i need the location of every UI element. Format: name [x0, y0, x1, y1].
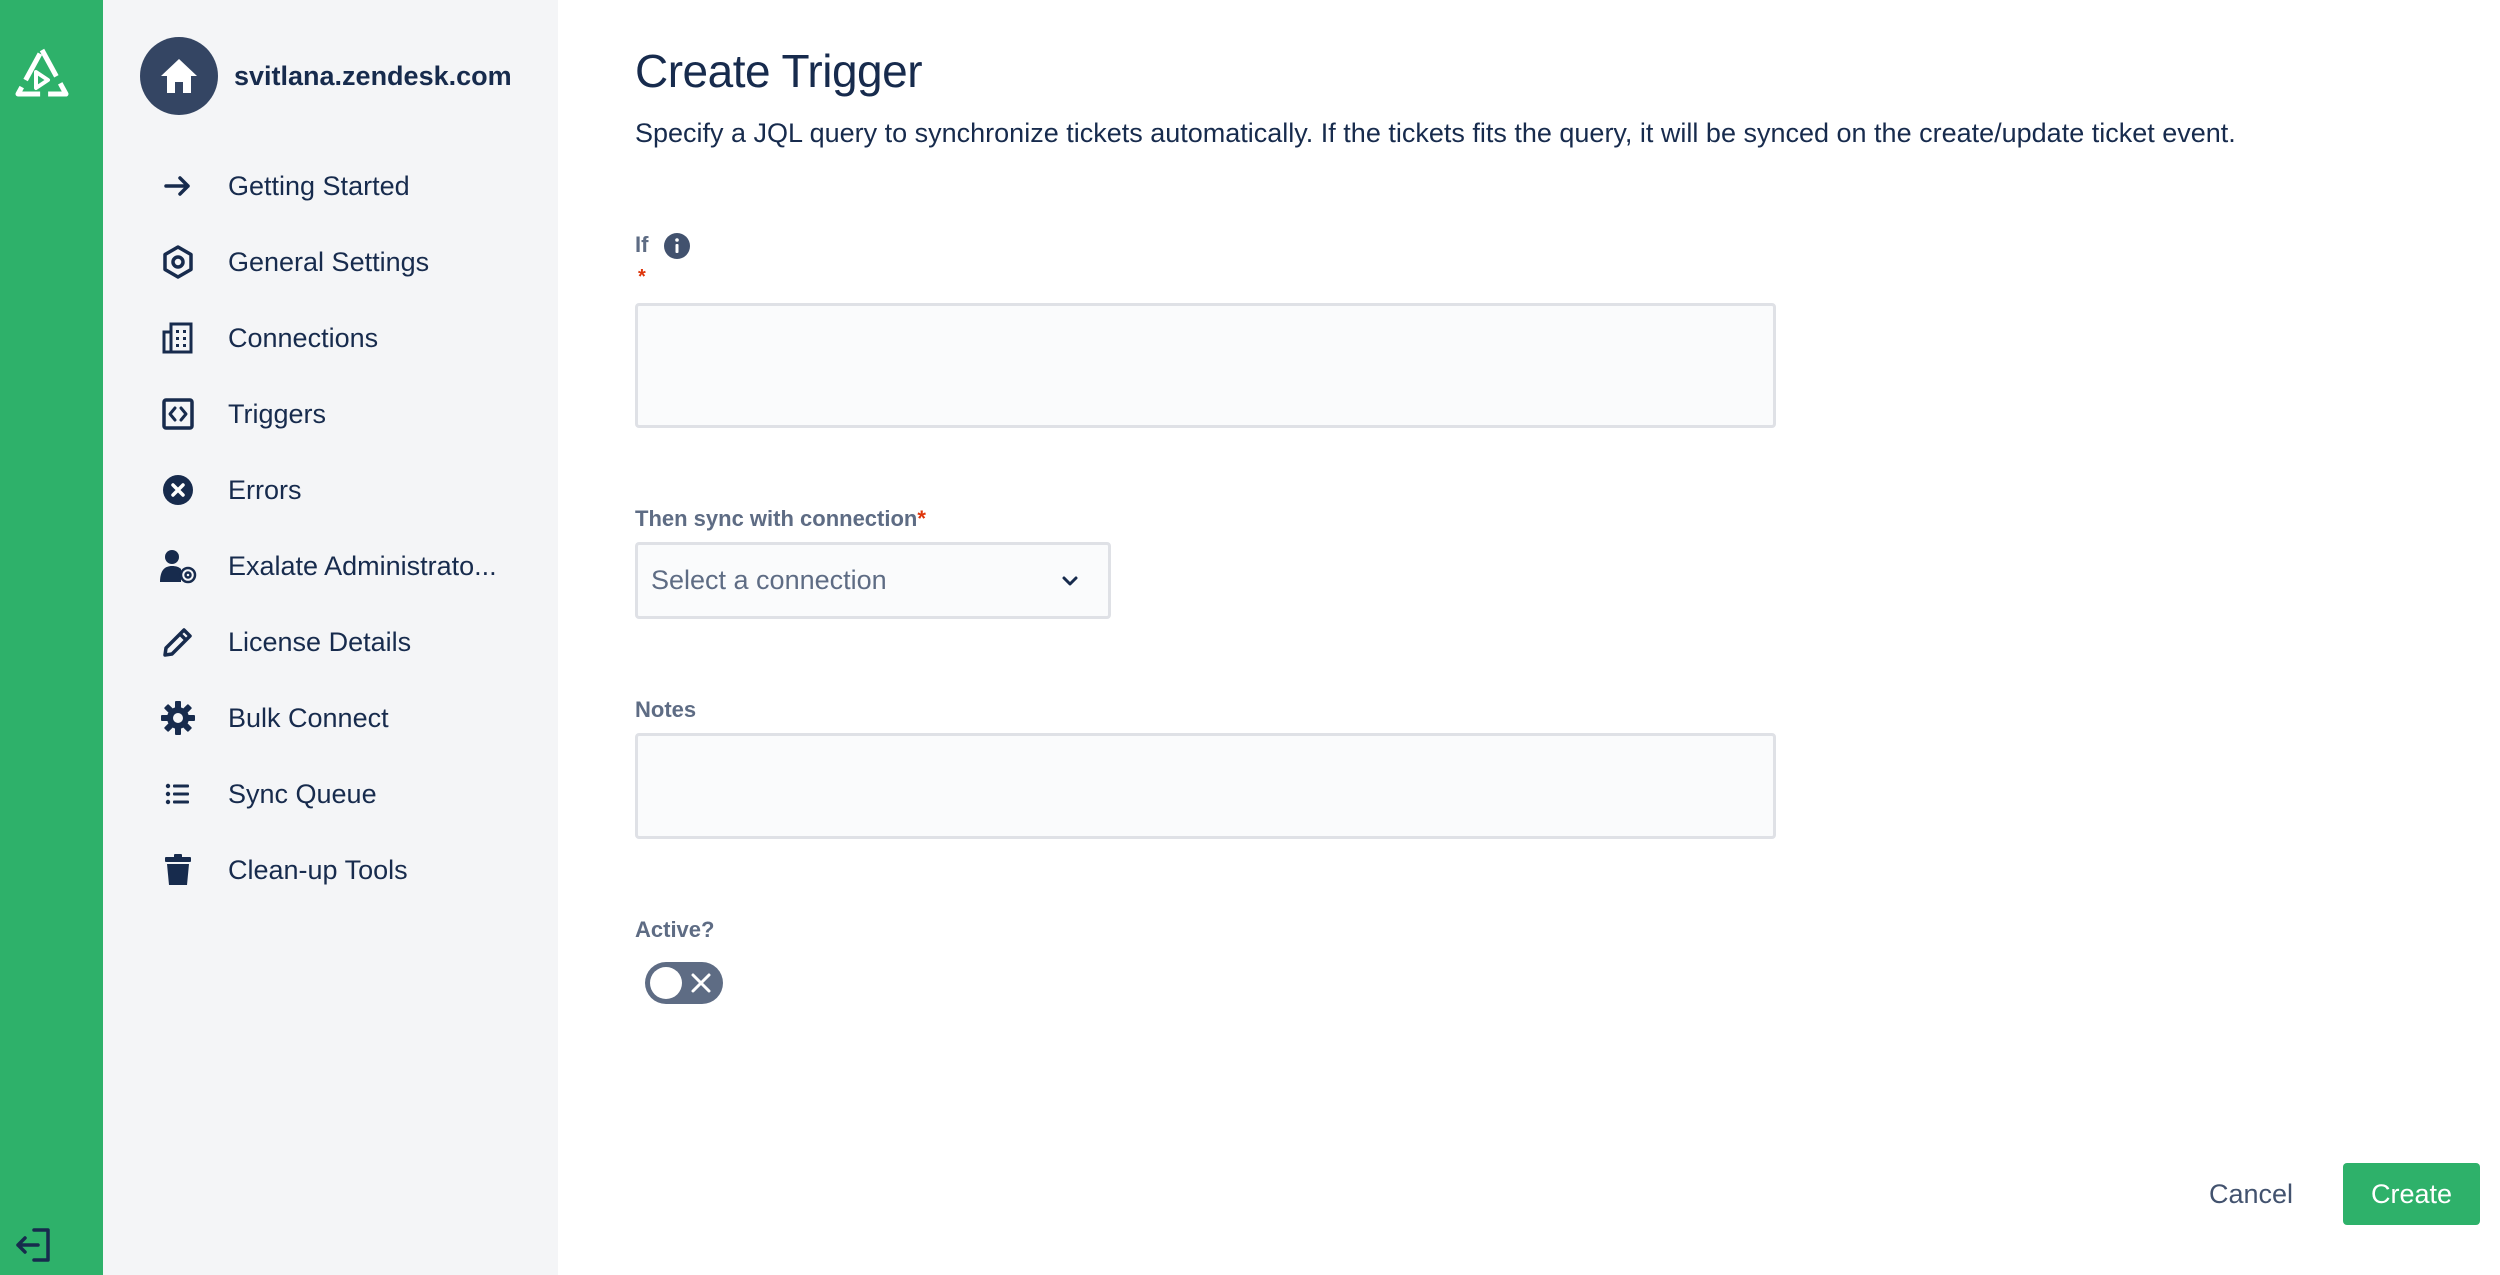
sidebar-item-connections[interactable]: Connections — [103, 300, 558, 376]
active-label: Active? — [635, 917, 715, 942]
user-at-icon — [158, 546, 198, 586]
sidebar-item-sync-queue[interactable]: Sync Queue — [103, 756, 558, 832]
if-label: If — [635, 232, 691, 260]
toggle-knob — [650, 967, 682, 999]
sidebar-item-label: Exalate Administrato... — [228, 550, 497, 581]
sidebar-item-exalate-administrator[interactable]: Exalate Administrato... — [103, 528, 558, 604]
sidebar-item-license-details[interactable]: License Details — [103, 604, 558, 680]
sidebar-item-label: Sync Queue — [228, 778, 377, 809]
sidebar-item-getting-started[interactable]: Getting Started — [103, 148, 558, 224]
site-name: svitlana.zendesk.com — [234, 60, 512, 91]
main-content: Create Trigger Specify a JQL query to sy… — [558, 0, 2500, 1275]
site-switcher[interactable]: svitlana.zendesk.com — [140, 37, 512, 115]
gear-icon — [158, 698, 198, 738]
create-button[interactable]: Create — [2343, 1163, 2480, 1225]
home-icon — [161, 59, 197, 93]
logout-icon[interactable] — [14, 1226, 54, 1264]
sidebar-item-errors[interactable]: Errors — [103, 452, 558, 528]
sidebar-item-triggers[interactable]: Triggers — [103, 376, 558, 452]
sidebar-item-clean-up-tools[interactable]: Clean-up Tools — [103, 832, 558, 908]
list-icon — [158, 774, 198, 814]
if-jql-input[interactable] — [635, 303, 1776, 428]
page-title: Create Trigger — [635, 45, 923, 97]
sidebar-item-label: License Details — [228, 626, 412, 657]
close-icon — [691, 973, 711, 993]
notes-label: Notes — [635, 697, 697, 722]
sidebar-item-label: Clean-up Tools — [228, 854, 408, 885]
connection-select[interactable]: Select a connection — [635, 542, 1111, 619]
building-icon — [158, 318, 198, 358]
app-rail — [0, 0, 103, 1275]
sidebar-item-label: Connections — [228, 322, 379, 353]
arrow-right-icon — [158, 166, 198, 206]
page-description: Specify a JQL query to synchronize ticke… — [635, 118, 2236, 148]
error-x-circle-icon — [158, 470, 198, 510]
notes-input[interactable] — [635, 733, 1776, 839]
sidebar-item-label: General Settings — [228, 246, 430, 277]
sidebar: svitlana.zendesk.com Getting Started Gen… — [103, 0, 558, 1275]
if-label-text: If — [635, 232, 649, 257]
required-indicator: * — [638, 266, 646, 288]
sidebar-item-general-settings[interactable]: General Settings — [103, 224, 558, 300]
sidebar-item-label: Errors — [228, 474, 302, 505]
sidebar-item-label: Getting Started — [228, 170, 410, 201]
sidebar-nav: Getting Started General Settings Connect… — [103, 148, 558, 908]
pencil-icon — [158, 622, 198, 662]
active-toggle[interactable] — [645, 962, 723, 1004]
required-indicator: * — [917, 506, 926, 531]
sidebar-item-label: Bulk Connect — [228, 702, 389, 733]
sidebar-item-label: Triggers — [228, 398, 327, 429]
code-brackets-icon — [158, 394, 198, 434]
connection-label: Then sync with connection* — [635, 506, 926, 532]
sidebar-item-bulk-connect[interactable]: Bulk Connect — [103, 680, 558, 756]
exalate-logo-icon[interactable] — [12, 44, 72, 104]
chevron-down-icon — [1062, 576, 1078, 586]
site-avatar — [140, 37, 218, 115]
trash-icon — [158, 850, 198, 890]
hexagon-settings-icon — [158, 242, 198, 282]
info-icon[interactable] — [663, 232, 691, 260]
connection-select-value: Select a connection — [651, 565, 887, 595]
cancel-button[interactable]: Cancel — [2183, 1163, 2319, 1225]
connection-label-text: Then sync with connection — [635, 506, 918, 531]
